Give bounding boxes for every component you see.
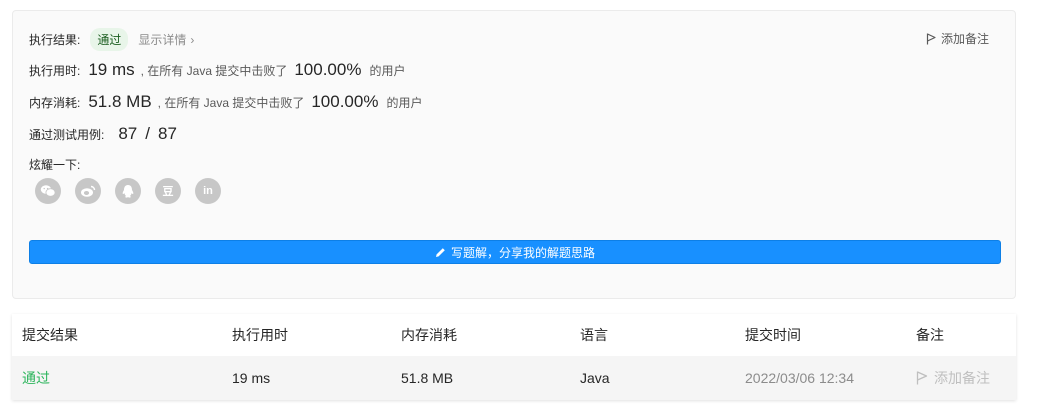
add-note-button[interactable]: 添加备注 [926,30,989,47]
testcases-passed: 87 [118,124,138,143]
wechat-glyph [40,185,56,197]
row-time: 2022/03/06 12:34 [745,370,854,386]
share-row-label: 炫耀一下: [29,156,80,173]
show-details-link[interactable]: 显示详情 › [138,31,194,48]
testcases-label: 通过测试用例: [29,127,105,142]
result-status-row: 执行结果: 通过 显示详情 › [29,28,194,51]
row-memory: 51.8 MB [401,370,454,386]
linkedin-glyph: in [203,185,213,197]
header-status: 提交结果 [22,327,78,343]
row-runtime: 19 ms [232,370,271,386]
header-time: 提交时间 [745,327,801,343]
show-details-label: 显示详情 [138,33,187,47]
runtime-row: 执行用时: 19 ms , 在所有 Java 提交中击败了 100.00% 的用… [29,60,405,80]
add-note-label: 添加备注 [940,32,989,46]
runtime-beat-text: , 在所有 Java 提交中击败了 [140,63,288,78]
submissions-table: 提交结果 执行用时 内存消耗 语言 提交时间 备注 通过 19 ms 51.8 … [12,314,1016,400]
memory-value: 51.8 MB [88,92,152,111]
wechat-icon[interactable] [35,178,61,204]
write-solution-button[interactable]: 写题解，分享我的解题思路 [29,240,1001,264]
pencil-icon [435,247,445,257]
row-status-link[interactable]: 通过 [22,356,50,400]
flag-icon [926,32,936,44]
runtime-value: 19 ms [88,60,135,79]
weibo-glyph [81,185,96,197]
testcases-count: 87 / 87 [118,124,177,144]
result-label: 执行结果: [29,33,81,47]
chevron-right-icon: › [190,33,195,47]
weibo-icon[interactable] [75,178,101,204]
result-card: 执行结果: 通过 显示详情 › 添加备注 执行用时: 19 ms , 在所有 Ja… [12,10,1016,299]
table-header: 提交结果 执行用时 内存消耗 语言 提交时间 备注 [12,314,1016,356]
douban-icon[interactable]: 豆 [155,178,181,204]
header-note: 备注 [916,327,944,343]
qq-glyph [122,184,134,198]
runtime-label: 执行用时: [29,63,81,78]
testcases-total: 87 [158,124,177,143]
memory-percent: 100.00% [311,92,379,111]
qq-icon[interactable] [115,178,141,204]
table-row: 通过 19 ms 51.8 MB Java 2022/03/06 12:34 添… [12,356,1016,400]
runtime-suffix: 的用户 [369,63,406,78]
share-icons: 豆 in [35,178,235,204]
testcases-row: 通过测试用例: 87 / 87 [29,124,177,144]
memory-beat-text: , 在所有 Java 提交中击败了 [157,95,305,110]
header-memory: 内存消耗 [401,327,457,343]
flag-icon [916,371,928,385]
share-label: 炫耀一下: [29,158,81,172]
header-language: 语言 [580,327,608,343]
header-runtime: 执行用时 [232,327,288,343]
row-language: Java [580,370,610,386]
memory-row: 内存消耗: 51.8 MB , 在所有 Java 提交中击败了 100.00% … [29,92,422,112]
memory-label: 内存消耗: [29,95,81,110]
row-add-note-button[interactable]: 添加备注 [916,356,990,400]
linkedin-icon[interactable]: in [195,178,221,204]
write-solution-label: 写题解，分享我的解题思路 [450,245,595,260]
testcases-separator: / [145,124,150,143]
row-add-note-label: 添加备注 [934,370,990,386]
douban-glyph: 豆 [162,186,174,198]
runtime-percent: 100.00% [294,60,362,79]
memory-suffix: 的用户 [386,95,423,110]
status-badge: 通过 [90,28,129,51]
